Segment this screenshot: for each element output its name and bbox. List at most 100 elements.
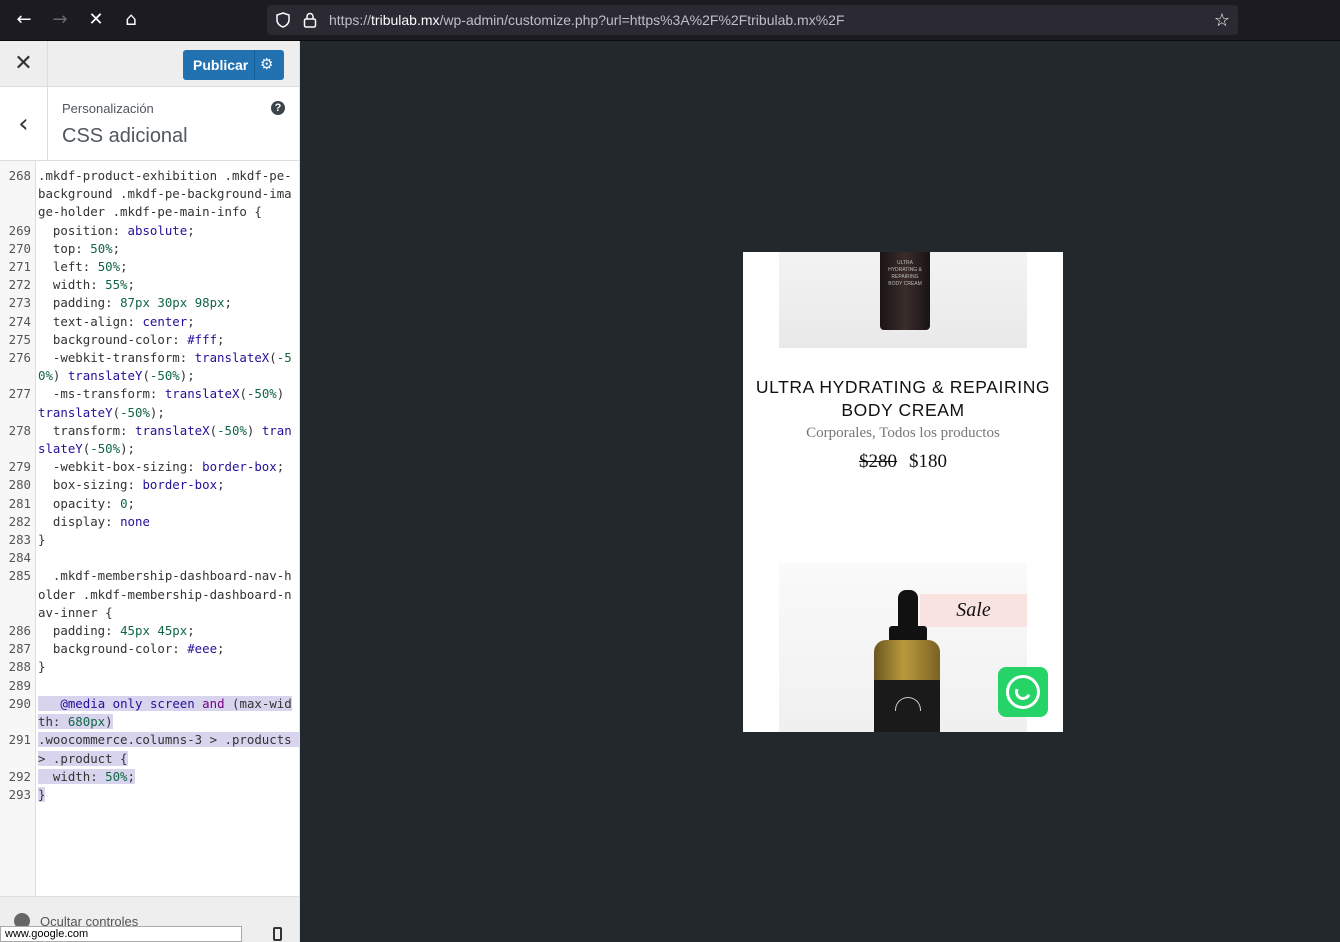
- code-line[interactable]: 287 background-color: #eee;: [0, 640, 299, 658]
- code-text[interactable]: top: 50%;: [38, 241, 120, 256]
- code-line[interactable]: 292 width: 50%;: [0, 768, 299, 786]
- code-text[interactable]: width: 55%;: [38, 277, 135, 292]
- publish-label[interactable]: Publicar: [193, 57, 248, 73]
- lock-icon[interactable]: [303, 12, 317, 28]
- whatsapp-icon[interactable]: [998, 667, 1048, 717]
- code-text[interactable]: }: [38, 659, 45, 674]
- code-text[interactable]: .woocommerce.columns-3 > .products > .pr…: [38, 732, 299, 766]
- code-line[interactable]: 268 .mkdf-product-exhibition .mkdf-pe-bac…: [0, 167, 299, 222]
- code-line[interactable]: 276 -webkit-transform: translateX(-50%) …: [0, 349, 299, 385]
- code-text[interactable]: left: 50%;: [38, 259, 128, 274]
- code-text[interactable]: -webkit-box-sizing: border-box;: [38, 459, 284, 474]
- code-text[interactable]: text-align: center;: [38, 314, 195, 329]
- browser-toolbar: ← → ✕ ⌂ https://tribulab.mx/wp-admin/cus…: [0, 0, 1340, 41]
- code-line[interactable]: 270 top: 50%;: [0, 240, 299, 258]
- code-line[interactable]: 285 .mkdf-membership-dashboard-nav-holde…: [0, 567, 299, 622]
- section-header: ‹ Personalización CSS adicional ?: [0, 87, 299, 161]
- line-number: 280: [8, 477, 31, 493]
- line-number: 291: [8, 732, 31, 748]
- line-number: 267: [0, 161, 31, 164]
- code-text[interactable]: }: [38, 532, 45, 547]
- code-line[interactable]: 279 -webkit-box-sizing: border-box;: [0, 458, 299, 476]
- code-text[interactable]: box-sizing: border-box;: [38, 477, 225, 492]
- css-code-editor[interactable]: 267 268 .mkdf-product-exhibition .mkdf-pe…: [0, 161, 299, 896]
- customizer-header: ✕ Publicar ⚙: [0, 41, 299, 87]
- code-line[interactable]: 293}: [0, 786, 299, 804]
- code-line[interactable]: 280 box-sizing: border-box;: [0, 476, 299, 494]
- stop-icon[interactable]: ✕: [84, 8, 108, 32]
- line-number: 274: [8, 313, 31, 329]
- code-text[interactable]: display: none: [38, 514, 150, 529]
- code-line[interactable]: 278 transform: translateX(-50%) translat…: [0, 422, 299, 458]
- url-text[interactable]: https://tribulab.mx/wp-admin/customize.p…: [329, 12, 845, 28]
- status-bar-url: www.google.com: [0, 926, 242, 942]
- bottle-label: ULTRA HYDRATING & REPAIRING BODY CREAM: [888, 260, 922, 287]
- code-line[interactable]: 283}: [0, 531, 299, 549]
- line-number: 281: [8, 495, 31, 511]
- product-title[interactable]: ULTRA HYDRATING & REPAIRING BODY CREAM: [743, 376, 1063, 422]
- line-number: 293: [8, 786, 31, 802]
- line-number: 270: [8, 240, 31, 256]
- line-number: 277: [8, 386, 31, 402]
- code-line[interactable]: 269 position: absolute;: [0, 222, 299, 240]
- code-line[interactable]: 290 @media only screen and (max-width: 6…: [0, 695, 299, 731]
- product-price: $280 $180: [743, 451, 1063, 473]
- line-number: 290: [8, 695, 31, 711]
- code-line[interactable]: 291 .woocommerce.columns-3 > .products > …: [0, 731, 299, 767]
- shield-icon[interactable]: [275, 12, 291, 28]
- code-line[interactable]: 273 padding: 87px 30px 98px;: [0, 294, 299, 312]
- line-number: 275: [8, 331, 31, 347]
- code-text[interactable]: -webkit-transform: translateX(-50%) tran…: [38, 350, 292, 383]
- code-line[interactable]: 282 display: none: [0, 513, 299, 531]
- line-number: 269: [8, 222, 31, 238]
- code-text[interactable]: position: absolute;: [38, 223, 195, 238]
- bookmark-star-icon[interactable]: ☆: [1214, 10, 1230, 31]
- code-line[interactable]: 288}: [0, 658, 299, 676]
- line-number: 287: [8, 641, 31, 657]
- code-line[interactable]: 275 background-color: #fff;: [0, 331, 299, 349]
- line-number: 272: [8, 277, 31, 293]
- product-categories[interactable]: Corporales, Todos los productos: [743, 425, 1063, 442]
- chevron-left-icon[interactable]: ‹: [0, 87, 48, 161]
- code-text[interactable]: transform: translateX(-50%) translateY(-…: [38, 423, 292, 456]
- code-text[interactable]: }: [38, 786, 46, 802]
- line-number: 273: [8, 295, 31, 311]
- line-number: 284: [8, 550, 31, 566]
- code-line[interactable]: 277 -ms-transform: translateX(-50%) tran…: [0, 385, 299, 421]
- code-text[interactable]: .mkdf-product-exhibition .mkdf-pe-backgr…: [38, 168, 292, 219]
- site-preview[interactable]: ULTRA HYDRATING & REPAIRING BODY CREAM U…: [743, 252, 1063, 732]
- help-icon[interactable]: ?: [271, 101, 285, 115]
- mobile-device-icon[interactable]: [273, 927, 282, 941]
- code-text[interactable]: opacity: 0;: [38, 496, 135, 511]
- close-icon[interactable]: ✕: [0, 41, 48, 87]
- gear-icon[interactable]: ⚙: [260, 55, 273, 73]
- code-text[interactable]: -ms-transform: translateX(-50%) translat…: [38, 386, 292, 419]
- code-text[interactable]: background-color: #fff;: [38, 332, 225, 347]
- code-line[interactable]: 272 width: 55%;: [0, 276, 299, 294]
- code-line[interactable]: 271 left: 50%;: [0, 258, 299, 276]
- code-content[interactable]: 268 .mkdf-product-exhibition .mkdf-pe-bac…: [0, 167, 299, 804]
- code-line[interactable]: 281 opacity: 0;: [0, 495, 299, 513]
- code-line[interactable]: 286 padding: 45px 45px;: [0, 622, 299, 640]
- product-image[interactable]: ULTRA HYDRATING & REPAIRING BODY CREAM: [779, 252, 1027, 348]
- code-line[interactable]: 289: [0, 677, 299, 695]
- code-text[interactable]: background-color: #eee;: [38, 641, 225, 656]
- home-icon[interactable]: ⌂: [119, 8, 143, 32]
- back-arrow-icon[interactable]: ←: [12, 8, 36, 32]
- code-text[interactable]: @media only screen and (max-width: 680px…: [38, 695, 292, 730]
- code-text[interactable]: padding: 45px 45px;: [38, 623, 195, 638]
- line-number: 286: [8, 623, 31, 639]
- line-number: 276: [8, 350, 31, 366]
- code-text[interactable]: [38, 678, 45, 693]
- code-text[interactable]: [38, 550, 45, 565]
- code-line[interactable]: 284: [0, 549, 299, 567]
- code-text[interactable]: .mkdf-membership-dashboard-nav-holder .m…: [38, 568, 292, 619]
- code-line[interactable]: 274 text-align: center;: [0, 313, 299, 331]
- forward-arrow-icon[interactable]: →: [48, 8, 72, 32]
- line-number: 285: [8, 568, 31, 584]
- code-text[interactable]: width: 50%;: [38, 768, 135, 784]
- sale-badge: Sale: [920, 594, 1027, 627]
- address-bar[interactable]: https://tribulab.mx/wp-admin/customize.p…: [267, 5, 1238, 35]
- code-text[interactable]: padding: 87px 30px 98px;: [38, 295, 232, 310]
- publish-button[interactable]: Publicar ⚙: [183, 50, 284, 80]
